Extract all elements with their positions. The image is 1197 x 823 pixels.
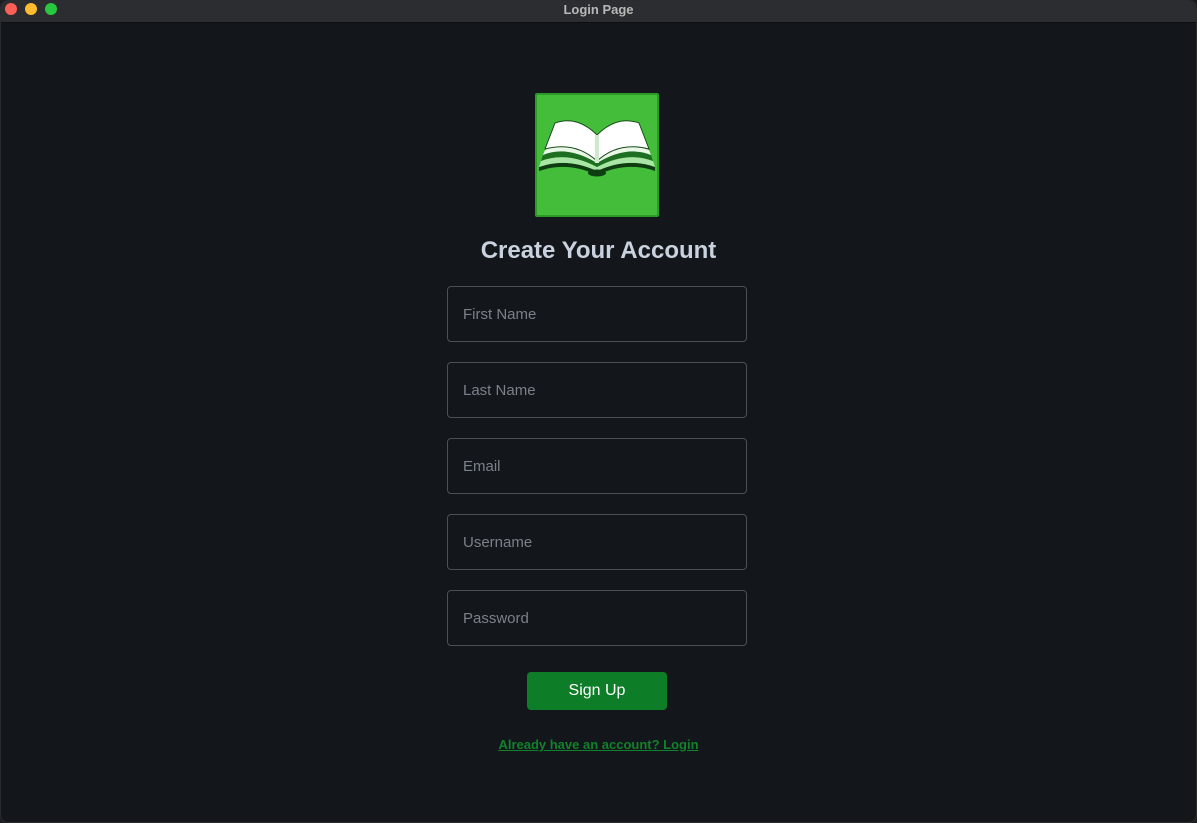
app-logo bbox=[535, 93, 659, 217]
title-bar: Login Page bbox=[1, 1, 1196, 23]
open-book-icon bbox=[539, 120, 655, 177]
login-link[interactable]: Already have an account? Login bbox=[1, 737, 1196, 752]
window-title: Login Page bbox=[563, 2, 634, 17]
email-field[interactable] bbox=[447, 438, 747, 494]
first-name-field[interactable] bbox=[447, 286, 747, 342]
username-field[interactable] bbox=[447, 514, 747, 570]
last-name-field[interactable] bbox=[447, 362, 747, 418]
app-window: Login Page Create Your Account Sign Up A… bbox=[0, 0, 1197, 823]
form-heading: Create Your Account bbox=[480, 237, 717, 264]
password-field[interactable] bbox=[447, 590, 747, 646]
sign-up-button[interactable]: Sign Up bbox=[527, 672, 667, 710]
